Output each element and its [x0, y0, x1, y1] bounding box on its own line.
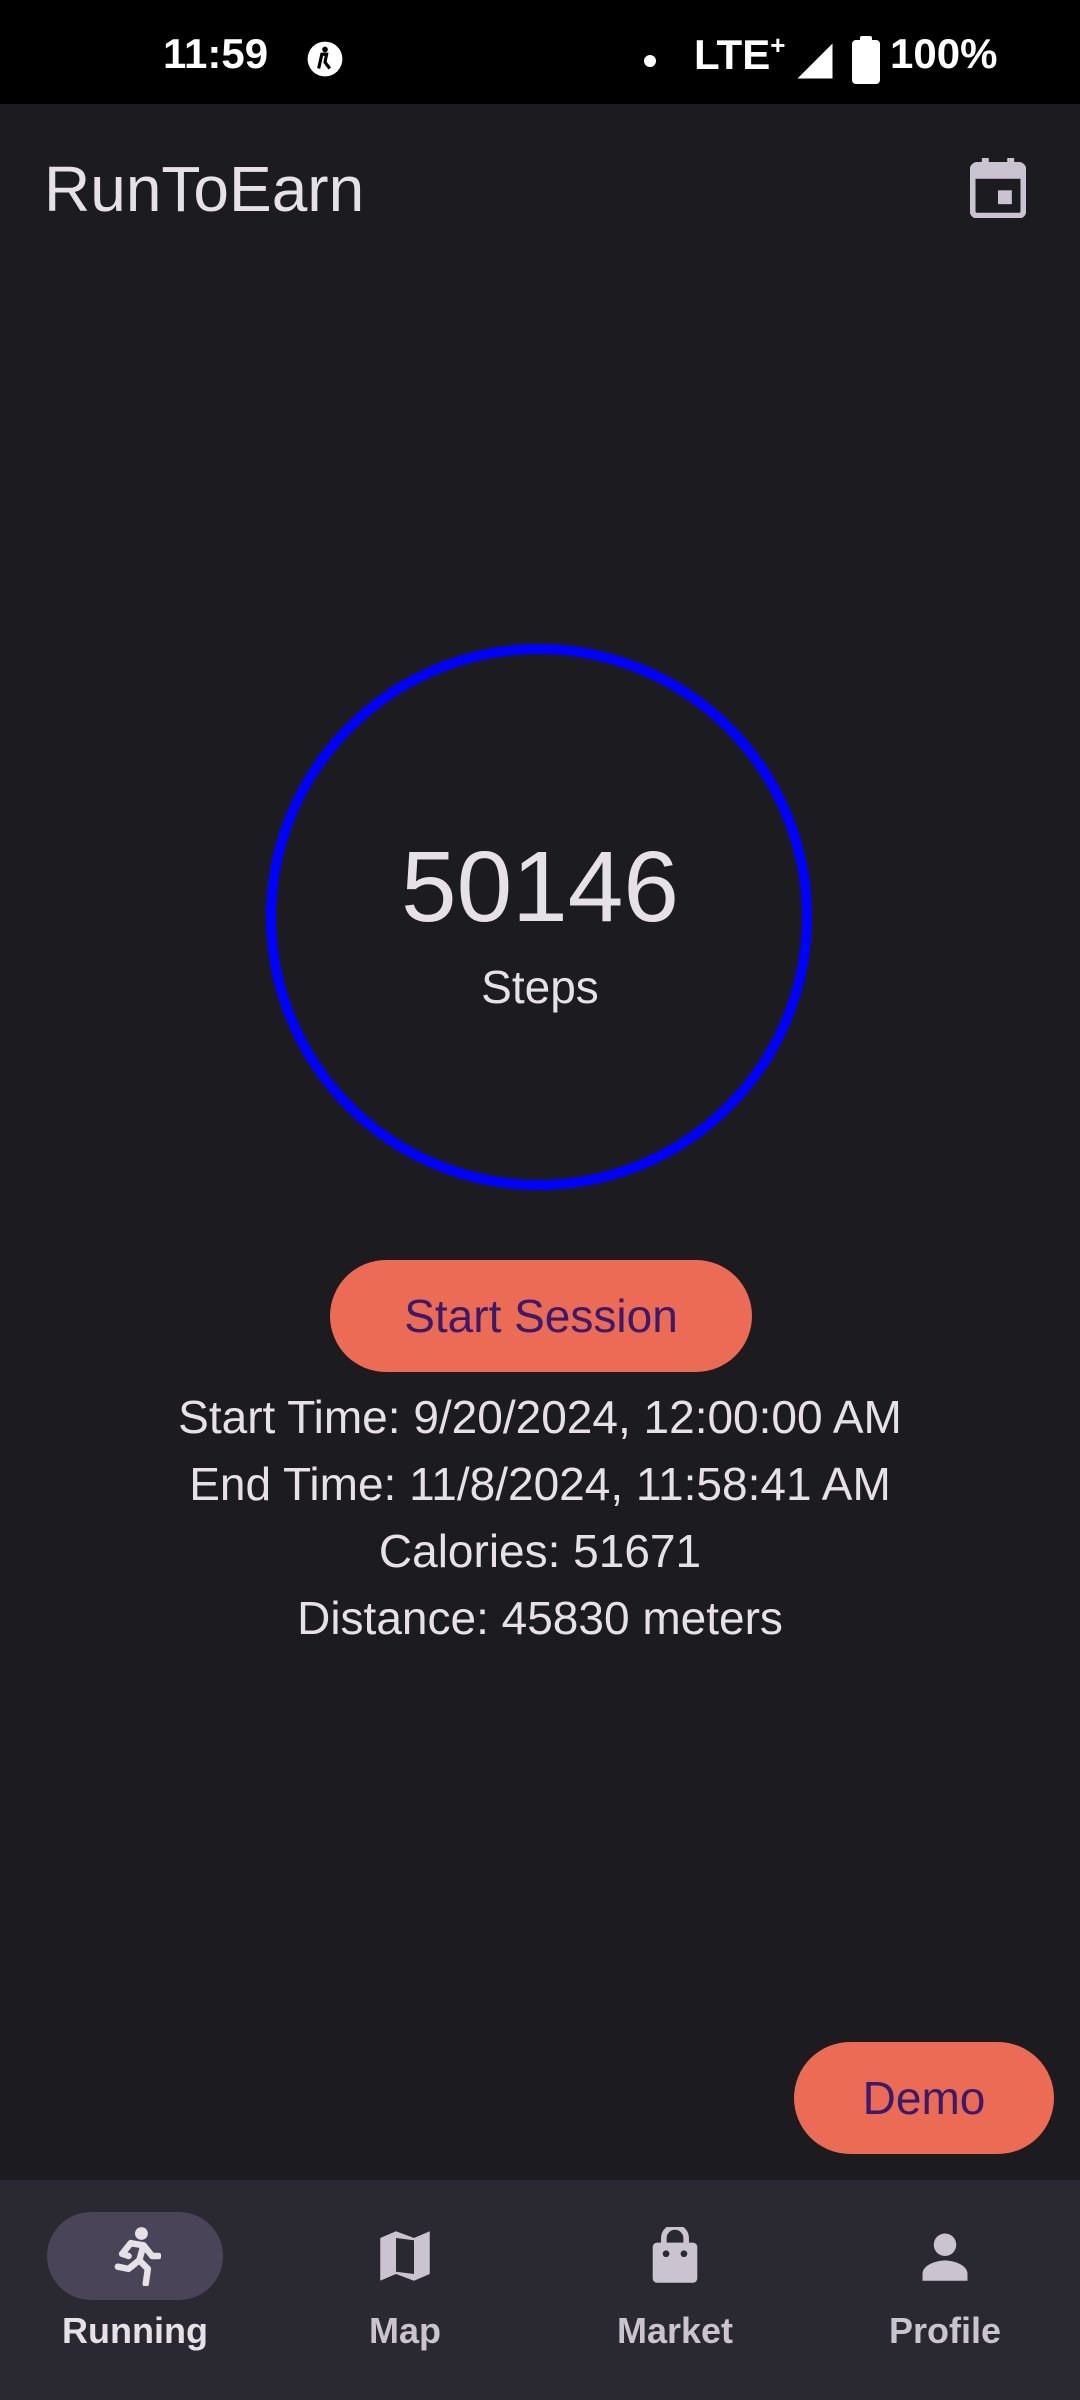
- status-time: 11:59: [163, 30, 269, 77]
- steps-count: 50146: [400, 831, 680, 943]
- app-notification-icon: [307, 41, 343, 77]
- nav-item-map[interactable]: Map: [270, 2180, 540, 2400]
- nav-label-running: Running: [62, 2310, 208, 2351]
- calendar-button[interactable]: [960, 150, 1036, 226]
- bottom-navigation: Running Map Market Profile: [0, 2180, 1080, 2400]
- nav-label-market: Market: [616, 2310, 734, 2351]
- nav-item-market[interactable]: Market: [540, 2180, 810, 2400]
- status-bar: 11:59 LTE+ 100%: [0, 0, 1080, 104]
- calendar-icon: [970, 158, 1026, 218]
- person-icon: [922, 2233, 968, 2281]
- nav-item-profile[interactable]: Profile: [810, 2180, 1080, 2400]
- nav-label-profile: Profile: [888, 2310, 1002, 2351]
- map-icon: [380, 2231, 430, 2281]
- battery-icon: [852, 36, 880, 84]
- signal-icon: [797, 43, 833, 79]
- battery-level: 100%: [890, 30, 998, 77]
- nav-indicator: [47, 2212, 223, 2300]
- demo-button[interactable]: Demo: [794, 2042, 1054, 2154]
- running-icon: [114, 2227, 161, 2286]
- nav-item-running[interactable]: Running: [0, 2180, 270, 2400]
- end-time-text: End Time: 11/8/2024, 11:58:41 AM: [189, 1458, 891, 1510]
- network-type: LTE+: [694, 30, 786, 78]
- notification-dot: [644, 55, 656, 67]
- calories-text: Calories: 51671: [378, 1525, 702, 1577]
- steps-label: Steps: [481, 961, 599, 1013]
- distance-text: Distance: 45830 meters: [297, 1592, 783, 1644]
- app-title: RunToEarn: [44, 153, 365, 225]
- start-time-text: Start Time: 9/20/2024, 12:00:00 AM: [178, 1391, 902, 1443]
- shopping-bag-icon: [652, 2227, 698, 2283]
- start-session-button[interactable]: Start Session: [330, 1260, 752, 1372]
- nav-label-map: Map: [369, 2310, 441, 2351]
